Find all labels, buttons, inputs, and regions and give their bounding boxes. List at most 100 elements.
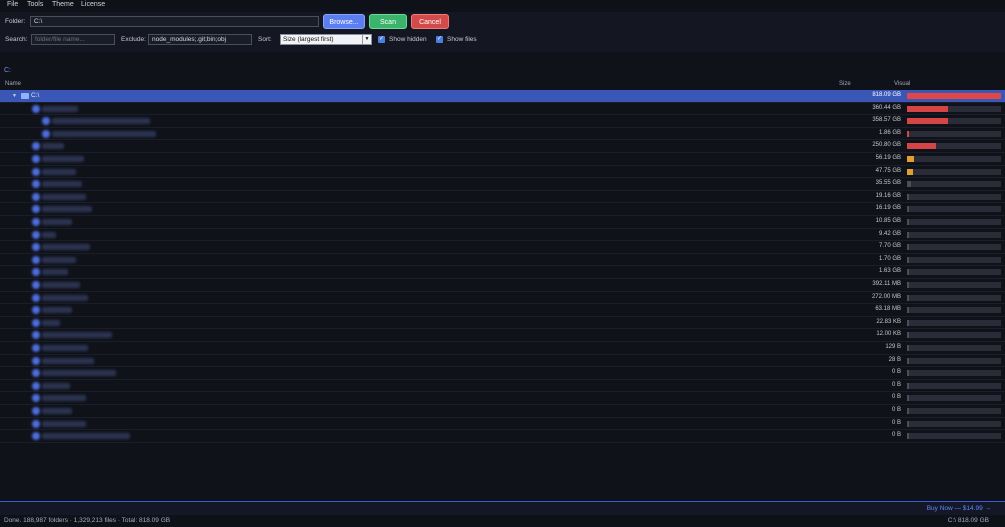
table-row[interactable]: 63.18 MB <box>0 304 1005 317</box>
table-row[interactable]: 0 B <box>0 367 1005 380</box>
row-name-redacted <box>42 319 60 326</box>
table-row[interactable]: 250.80 GB <box>0 140 1005 153</box>
table-row[interactable]: 0 B <box>0 418 1005 431</box>
folder-icon <box>32 293 40 302</box>
table-row[interactable]: 12.00 KB <box>0 329 1005 342</box>
folder-icon <box>32 255 40 264</box>
row-name-redacted <box>42 282 80 288</box>
table-row[interactable]: 7.70 GB <box>0 241 1005 254</box>
size-bar-track <box>907 118 1001 125</box>
column-name-header[interactable]: Name <box>5 81 21 87</box>
size-bar-track <box>907 345 1001 351</box>
table-row[interactable]: 1.70 GB <box>0 254 1005 267</box>
table-row[interactable]: 16.19 GB <box>0 203 1005 216</box>
menu-theme[interactable]: Theme <box>52 1 74 8</box>
size-bar-fill <box>907 370 909 377</box>
row-size: 1.63 GB <box>878 268 901 275</box>
table-row[interactable]: 1.86 GB <box>0 128 1005 141</box>
row-size: 16.19 GB <box>875 205 901 212</box>
search-input[interactable]: folder/file name... <box>31 34 115 45</box>
size-bar-fill <box>907 420 909 427</box>
size-bar-fill <box>907 181 911 188</box>
row-name-redacted <box>42 181 82 188</box>
exclude-input[interactable]: node_modules;.git;bin;obj <box>148 34 252 45</box>
table-row[interactable]: 47.75 GB <box>0 166 1005 179</box>
size-bar-fill <box>907 256 909 263</box>
browse-button[interactable]: Browse... <box>323 14 365 29</box>
menu-license[interactable]: License <box>81 1 105 8</box>
folder-icon <box>32 419 40 428</box>
size-bar-track <box>907 332 1001 339</box>
size-bar-fill <box>907 345 909 351</box>
folder-icon <box>32 230 40 239</box>
table-row[interactable]: 1.63 GB <box>0 266 1005 279</box>
table-row[interactable]: 56.19 GB <box>0 153 1005 166</box>
size-bar-track <box>907 382 1001 389</box>
size-bar-fill <box>907 433 909 440</box>
row-name-redacted <box>42 382 70 389</box>
size-bar-track <box>907 206 1001 213</box>
table-row-root[interactable]: ▼ C:\ 818.09 GB <box>0 90 1005 103</box>
size-bar-fill <box>907 93 1001 99</box>
row-name-redacted <box>42 244 90 251</box>
expand-arrow-icon[interactable]: ▼ <box>12 93 17 99</box>
table-row[interactable]: 22.83 KB <box>0 317 1005 330</box>
size-bar-fill <box>907 282 909 288</box>
size-bar-track <box>907 420 1001 427</box>
status-bar: Done. 188,987 folders · 1,329,213 files … <box>0 515 1005 527</box>
buy-now-link[interactable]: Buy Now — $14.99 → <box>927 505 991 512</box>
table-row[interactable]: 392.11 MB <box>0 279 1005 292</box>
size-bar-track <box>907 282 1001 288</box>
show-hidden-checkbox[interactable]: ✓ <box>378 36 385 43</box>
column-size-header[interactable]: Size <box>839 81 851 87</box>
toolbar: Folder: C:\ Browse... Scan Cancel Search… <box>0 12 1005 52</box>
cancel-button[interactable]: Cancel <box>411 14 449 29</box>
menu-tools[interactable]: Tools <box>27 1 43 8</box>
folder-icon <box>32 381 40 390</box>
table-row[interactable]: 35.55 GB <box>0 178 1005 191</box>
status-text: Done. 188,987 folders · 1,329,213 files … <box>4 517 171 524</box>
row-name-redacted <box>42 206 92 213</box>
table-row[interactable]: 0 B <box>0 392 1005 405</box>
sort-select-value: Size (largest first) <box>283 36 334 43</box>
size-bar-fill <box>907 231 909 238</box>
table-row[interactable]: 129 B <box>0 342 1005 355</box>
size-bar-track <box>907 294 1001 301</box>
sort-select[interactable]: Size (largest first) ▼ <box>280 34 372 45</box>
table-row[interactable]: 358.57 GB <box>0 115 1005 128</box>
breadcrumb[interactable]: C: <box>4 67 11 74</box>
table-row[interactable]: 0 B <box>0 380 1005 393</box>
column-visual-header[interactable]: Visual <box>894 81 910 87</box>
row-size: 12.00 KB <box>876 331 901 338</box>
menu-file[interactable]: File <box>7 1 18 8</box>
exclude-label: Exclude: <box>121 36 146 43</box>
row-name-redacted <box>42 256 76 263</box>
scan-button[interactable]: Scan <box>369 14 407 29</box>
size-bar-track <box>907 130 1001 137</box>
table-row[interactable]: 360.44 GB <box>0 103 1005 116</box>
table-row[interactable]: 0 B <box>0 405 1005 418</box>
table-row[interactable]: 19.16 GB <box>0 191 1005 204</box>
folder-icon <box>32 369 40 378</box>
row-size: 47.75 GB <box>875 167 901 174</box>
row-size: 0 B <box>891 432 901 439</box>
folder-icon <box>32 344 40 352</box>
size-bar-fill <box>907 219 909 225</box>
table-row[interactable]: 9.42 GB <box>0 229 1005 242</box>
table-row[interactable]: 272.00 MB <box>0 292 1005 305</box>
root-size: 818.09 GB <box>872 92 901 98</box>
row-name-redacted <box>42 433 130 440</box>
table-row[interactable]: 0 B <box>0 430 1005 443</box>
size-bar-track <box>907 319 1001 326</box>
show-files-checkbox[interactable]: ✓ <box>436 36 443 43</box>
table-row[interactable]: 10.85 GB <box>0 216 1005 229</box>
size-bar-track <box>907 357 1001 364</box>
table-header: Name Size Visual <box>0 80 1005 90</box>
buy-bar: Buy Now — $14.99 → <box>0 501 1005 515</box>
folder-icon <box>32 331 40 340</box>
table-row[interactable]: 28 B <box>0 355 1005 368</box>
folder-input[interactable]: C:\ <box>30 16 319 27</box>
size-bar-fill <box>907 408 909 414</box>
row-size: 28 B <box>888 356 901 363</box>
sort-label: Sort: <box>258 36 272 43</box>
